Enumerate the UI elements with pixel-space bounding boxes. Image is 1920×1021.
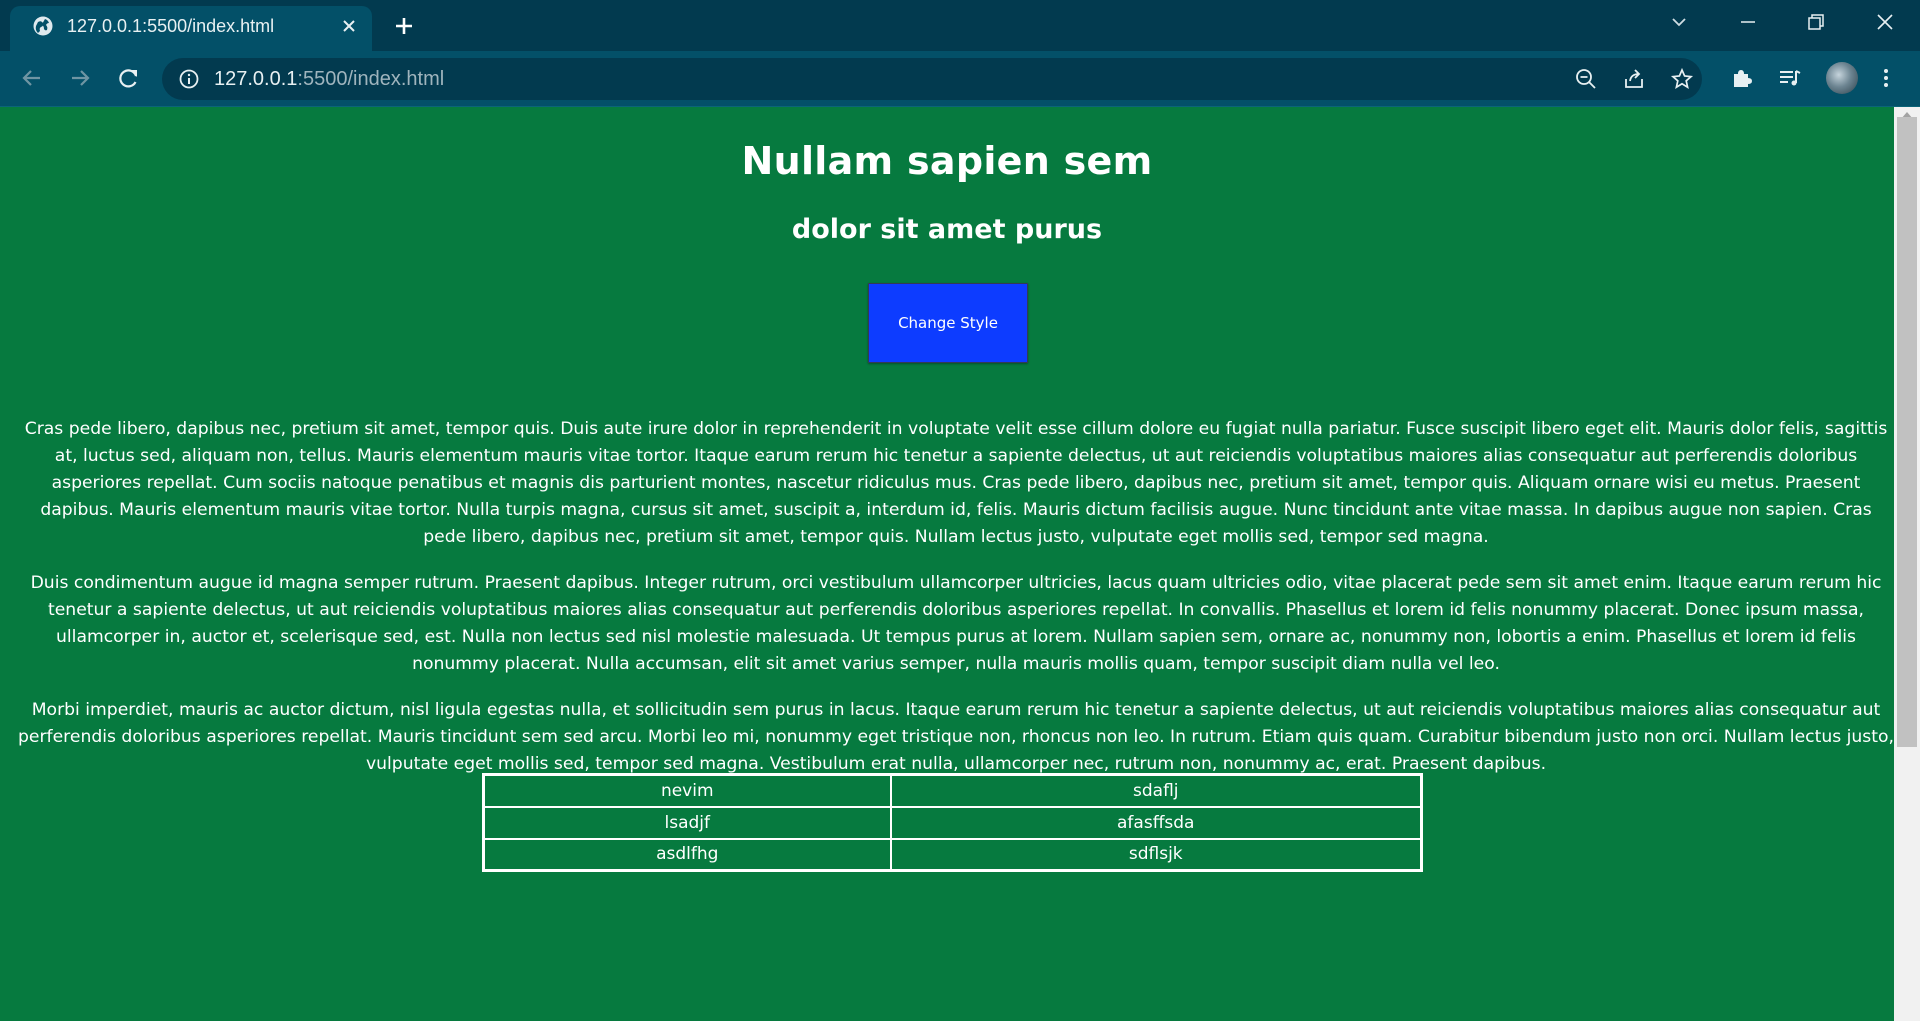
url-text[interactable]: 127.0.0.1:5500/index.html [214,68,444,91]
change-style-button[interactable]: Change Style [868,283,1028,363]
back-arrow-icon[interactable] [19,65,45,91]
site-info-icon[interactable] [178,68,200,90]
page-viewport: Nullam sapien sem dolor sit amet purus C… [0,107,1894,1021]
paragraph: Cras pede libero, dapibus nec, pretium s… [24,419,1888,547]
tab-title: 127.0.0.1:5500/index.html [67,16,275,36]
close-tab-icon[interactable] [338,15,360,37]
page-subheading: dolor sit amet purus [791,214,1103,245]
table-cell: sdflsjk [889,837,1423,872]
table-cell: lsadjf [482,805,892,840]
reload-icon[interactable] [116,65,142,91]
new-tab-icon[interactable] [392,14,416,38]
profile-avatar[interactable] [1826,62,1858,94]
table-row: nevim sdaflj [482,773,1423,808]
browser-tab-strip: 127.0.0.1:5500/index.html [0,0,1920,51]
media-queue-icon[interactable] [1777,65,1803,91]
paragraph: Morbi imperdiet, mauris ac auctor dictum… [18,700,1894,774]
table-row: asdlfhg sdflsjk [482,837,1423,872]
table-cell: asdlfhg [482,837,892,872]
page-heading: Nullam sapien sem [741,139,1153,183]
table-cell: sdaflj [889,773,1423,808]
share-icon[interactable] [1622,67,1646,91]
scrollbar-thumb[interactable] [1897,117,1917,747]
restore-icon[interactable] [1804,10,1828,34]
url-host: 127.0.0.1 [214,68,298,90]
chevron-down-icon[interactable] [1667,10,1691,34]
more-menu-icon[interactable] [1873,65,1899,91]
url-path: :5500/index.html [297,68,445,90]
table-cell: nevim [482,773,892,808]
bookmark-star-icon[interactable] [1670,67,1694,91]
zoom-out-icon[interactable] [1574,67,1598,91]
browser-tab[interactable]: 127.0.0.1:5500/index.html [10,6,372,51]
extensions-puzzle-icon[interactable] [1729,65,1755,91]
close-window-icon[interactable] [1873,10,1897,34]
globe-icon [33,16,53,36]
paragraph: Duis condimentum augue id magna semper r… [30,573,1882,674]
vertical-scrollbar[interactable] [1894,107,1920,1021]
table-row: lsadjf afasffsda [482,805,1423,840]
minimize-icon[interactable] [1736,10,1760,34]
forward-arrow-icon[interactable] [67,65,93,91]
browser-toolbar: 127.0.0.1:5500/index.html [0,51,1920,106]
table-cell: afasffsda [889,805,1423,840]
data-table: nevim sdaflj lsadjf afasffsda asdlfhg sd… [482,773,1423,872]
address-bar[interactable]: 127.0.0.1:5500/index.html [162,58,1702,100]
